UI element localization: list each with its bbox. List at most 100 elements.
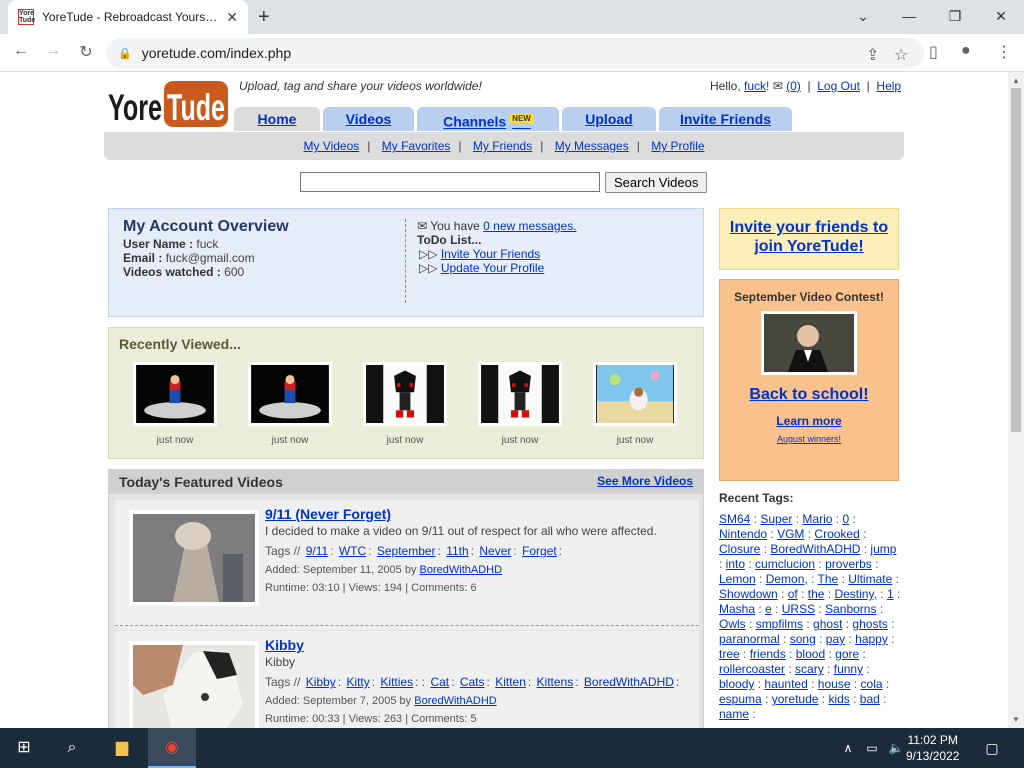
scroll-down-icon[interactable]: ▼	[1012, 715, 1020, 724]
august-winners-link[interactable]: August winners!	[777, 434, 841, 444]
messages-count-link[interactable]: (0)	[786, 79, 801, 93]
recent-video-4[interactable]: just now	[478, 362, 562, 446]
tag-link[interactable]: 11th	[446, 544, 468, 558]
windows-start-icon[interactable]: ⊞	[12, 736, 36, 760]
tag-link[interactable]: 9/11	[306, 544, 328, 558]
chrome-icon[interactable]: ◉	[160, 736, 184, 760]
recent-tag-link[interactable]: bad	[860, 692, 880, 706]
tab-home[interactable]: Home	[234, 107, 320, 131]
recent-tag-link[interactable]: bloody	[719, 677, 754, 691]
recent-tag-link[interactable]: BoredWithADHD	[770, 542, 860, 556]
search-icon[interactable]: ⌕	[60, 736, 84, 760]
mario-thumbnail[interactable]	[248, 362, 332, 426]
recent-tag-link[interactable]: Ultimate	[848, 572, 892, 586]
system-clock[interactable]: 11:02 PM 9/13/2022	[906, 732, 959, 764]
logout-link[interactable]: Log Out	[817, 79, 860, 93]
recent-tag-link[interactable]: pay	[826, 632, 845, 646]
subnav-my-messages[interactable]: My Messages	[555, 139, 629, 153]
back-icon[interactable]: ←	[10, 42, 32, 60]
recent-tag-link[interactable]: of	[788, 587, 798, 601]
video-author-link[interactable]: BoredWithADHD	[420, 564, 503, 576]
todo-invite-friends-link[interactable]: Invite Your Friends	[441, 247, 540, 261]
recent-tag-link[interactable]: Owls	[719, 617, 746, 631]
tag-link[interactable]: Kibby	[306, 675, 336, 689]
recent-tag-link[interactable]: the	[808, 587, 825, 601]
profile-avatar-icon[interactable]: ●	[961, 42, 971, 60]
recent-tag-link[interactable]: Masha	[719, 602, 755, 616]
recent-tag-link[interactable]: SM64	[719, 512, 750, 526]
recent-tag-link[interactable]: Closure	[719, 542, 760, 556]
contest-thumbnail[interactable]	[761, 311, 857, 375]
recent-tag-link[interactable]: paranormal	[719, 632, 780, 646]
reload-icon[interactable]: ↻	[75, 42, 97, 62]
recent-tag-link[interactable]: gore	[835, 647, 859, 661]
tag-link[interactable]: Kitties	[380, 675, 413, 689]
tab-search-chevron-icon[interactable]: ⌄	[840, 4, 886, 28]
recent-tag-link[interactable]: 0	[842, 512, 849, 526]
recent-tag-link[interactable]: friends	[750, 647, 786, 661]
recent-tag-link[interactable]: haunted	[764, 677, 807, 691]
tag-link[interactable]: Cat	[430, 675, 449, 689]
forward-icon[interactable]: →	[42, 42, 64, 60]
recent-tag-link[interactable]: ghost	[813, 617, 842, 631]
recent-tag-link[interactable]: Mario	[802, 512, 832, 526]
back-to-school-link[interactable]: Back to school!	[749, 386, 868, 403]
scroll-up-icon[interactable]: ▲	[1012, 76, 1020, 85]
recent-tag-link[interactable]: proverbs	[825, 557, 872, 571]
bookmark-star-icon[interactable]: ☆	[894, 45, 908, 65]
recent-tag-link[interactable]: The	[818, 572, 839, 586]
tab-close-icon[interactable]: ✕	[226, 9, 238, 26]
recent-tag-link[interactable]: espuma	[719, 692, 762, 706]
video-title-link[interactable]: Kibby	[265, 637, 304, 653]
tab-videos[interactable]: Videos	[323, 107, 414, 131]
address-bar[interactable]: 🔒 yoretude.com/index.php ⇪ ☆	[106, 38, 924, 68]
tab-channels[interactable]: Channels NEW	[417, 107, 559, 131]
recent-tag-link[interactable]: Destiny,	[834, 587, 876, 601]
username-link[interactable]: fuck	[744, 79, 766, 93]
tray-chevron-icon[interactable]: ∧	[836, 736, 860, 760]
help-link[interactable]: Help	[876, 79, 901, 93]
recent-tag-link[interactable]: blood	[796, 647, 825, 661]
search-videos-button[interactable]: Search Videos	[605, 172, 708, 193]
recent-tag-link[interactable]: rollercoaster	[719, 662, 785, 676]
page-scrollbar[interactable]: ▲ ▼	[1008, 72, 1024, 728]
tag-link[interactable]: BoredWithADHD	[584, 675, 674, 689]
video-title-link[interactable]: 9/11 (Never Forget)	[265, 506, 391, 522]
subnav-my-friends[interactable]: My Friends	[473, 139, 532, 153]
close-window-icon[interactable]: ✕	[978, 4, 1024, 28]
side-panel-icon[interactable]: ▯	[929, 42, 938, 62]
recent-tag-link[interactable]: e	[765, 602, 772, 616]
spongebob-thumbnail[interactable]	[593, 362, 677, 426]
tag-link[interactable]: Kitty	[346, 675, 369, 689]
shadow-thumbnail[interactable]	[478, 362, 562, 426]
browser-tab[interactable]: Yore Tude YoreTude - Rebroadcast Yoursel…	[8, 0, 248, 34]
recent-tag-link[interactable]: into	[726, 557, 745, 571]
recent-video-2[interactable]: just now	[248, 362, 332, 446]
network-icon[interactable]: ▭	[860, 736, 884, 760]
recent-tag-link[interactable]: scary	[795, 662, 824, 676]
minimize-icon[interactable]: —	[886, 4, 932, 28]
recent-tag-link[interactable]: Crooked	[814, 527, 859, 541]
volume-icon[interactable]: 🔈	[884, 736, 908, 760]
mail-icon[interactable]: ✉	[773, 79, 783, 93]
recent-tag-link[interactable]: 1	[887, 587, 894, 601]
restore-icon[interactable]: ❐	[932, 4, 978, 28]
todo-update-profile-link[interactable]: Update Your Profile	[441, 261, 544, 275]
recent-tag-link[interactable]: VGM	[777, 527, 804, 541]
notifications-icon[interactable]: ▢	[980, 736, 1004, 760]
subnav-my-favorites[interactable]: My Favorites	[382, 139, 451, 153]
tag-link[interactable]: Forget	[522, 544, 557, 558]
recent-tag-link[interactable]: name	[719, 707, 749, 721]
recent-tag-link[interactable]: jump	[870, 542, 896, 556]
recent-tag-link[interactable]: funny	[834, 662, 863, 676]
search-input[interactable]	[300, 172, 600, 192]
recent-tag-link[interactable]: URSS	[782, 602, 815, 616]
tab-invite-friends[interactable]: Invite Friends	[659, 107, 792, 131]
recent-video-1[interactable]: just now	[133, 362, 217, 446]
recent-tag-link[interactable]: Showdown	[719, 587, 778, 601]
tag-link[interactable]: WTC	[339, 544, 366, 558]
file-explorer-icon[interactable]: ▆	[110, 736, 134, 760]
learn-more-link[interactable]: Learn more	[776, 414, 841, 428]
recent-tag-link[interactable]: song	[790, 632, 816, 646]
new-tab-icon[interactable]: +	[258, 6, 270, 29]
